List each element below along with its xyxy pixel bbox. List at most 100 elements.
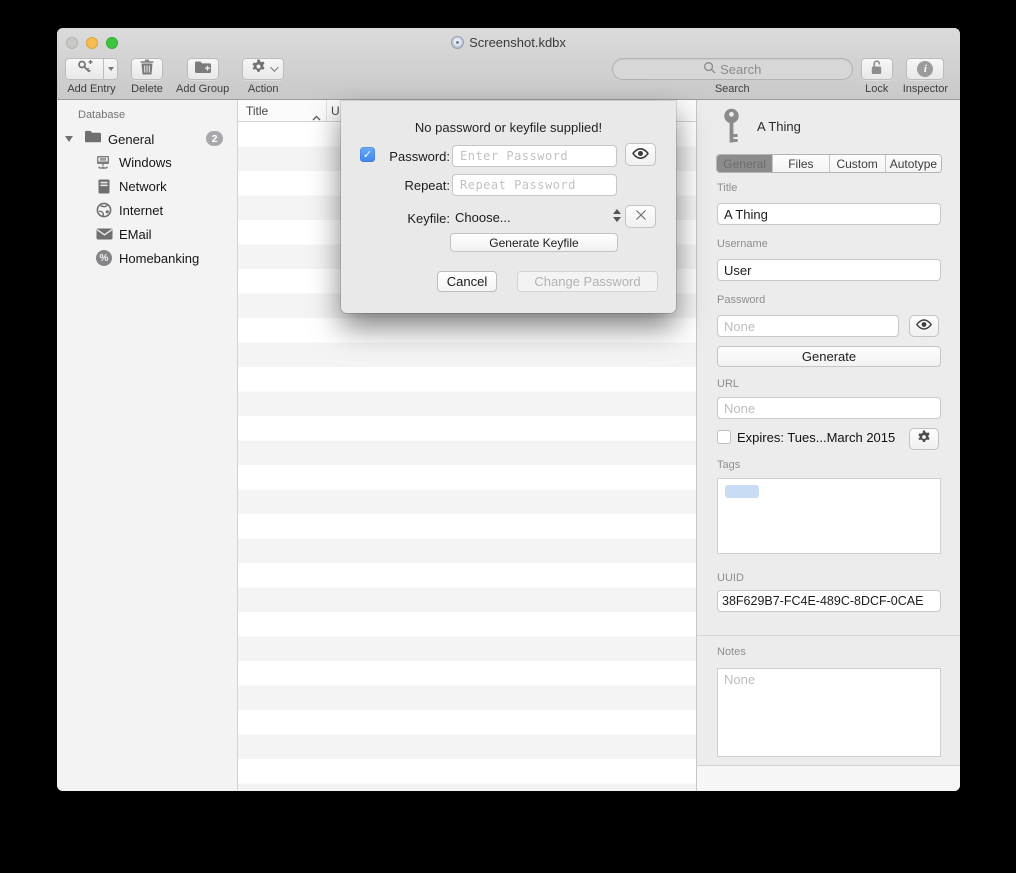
- column-divider[interactable]: [326, 100, 327, 121]
- delete-label: Delete: [131, 83, 163, 95]
- app-window: Screenshot.kdbx Add Entry: [57, 28, 960, 791]
- inspector-panel: A Thing General Files Custom Autotype Ti…: [696, 100, 960, 791]
- sidebar-item-label: Windows: [119, 155, 172, 170]
- add-group-group: Add Group: [176, 58, 229, 95]
- uuid-field[interactable]: [717, 590, 941, 612]
- change-password-button[interactable]: Change Password: [517, 271, 658, 292]
- gear-icon: [251, 59, 266, 79]
- tab-custom[interactable]: Custom: [829, 155, 885, 172]
- expires-label: Expires: Tues...March 2015: [737, 430, 895, 445]
- add-entry-dropdown[interactable]: [103, 58, 118, 80]
- sidebar-item-homebanking[interactable]: % Homebanking: [57, 246, 237, 270]
- url-field[interactable]: [717, 397, 941, 419]
- zoom-button[interactable]: [106, 37, 118, 49]
- notes-label: Notes: [717, 646, 746, 658]
- sidebar: Database General 2 Windows Network: [57, 100, 237, 791]
- cancel-button[interactable]: Cancel: [437, 271, 497, 292]
- generate-keyfile-button[interactable]: Generate Keyfile: [450, 233, 618, 252]
- disclosure-triangle-icon[interactable]: [65, 136, 73, 142]
- server-icon: [95, 179, 113, 194]
- info-icon: i: [917, 61, 933, 77]
- add-group-button[interactable]: [187, 58, 219, 80]
- sidebar-header: Database: [78, 109, 125, 121]
- inspector-tabs: General Files Custom Autotype: [716, 154, 942, 173]
- delete-button[interactable]: [131, 58, 163, 80]
- add-group-label: Add Group: [176, 83, 229, 95]
- search-input[interactable]: Search: [612, 58, 853, 80]
- close-button[interactable]: [66, 37, 78, 49]
- gear-icon: [917, 430, 931, 449]
- toolbar: Add Entry Delete Add Group: [57, 57, 960, 100]
- envelope-icon: [95, 228, 113, 240]
- sidebar-item-network[interactable]: Network: [57, 174, 237, 198]
- sidebar-item-windows[interactable]: Windows: [57, 150, 237, 174]
- sidebar-item-label: Homebanking: [119, 251, 199, 266]
- tag-chip[interactable]: [725, 485, 759, 498]
- password-field[interactable]: [717, 315, 899, 337]
- password-dialog: No password or keyfile supplied! ✓ Passw…: [341, 101, 676, 313]
- globe-icon: [95, 202, 113, 218]
- entry-count-badge: 2: [206, 131, 223, 146]
- generate-button[interactable]: Generate: [717, 346, 941, 367]
- key-plus-icon: [77, 59, 93, 80]
- lock-label: Lock: [865, 83, 888, 95]
- repeat-input[interactable]: [452, 174, 617, 196]
- tags-label: Tags: [717, 459, 740, 471]
- password-label: Password: [717, 294, 765, 306]
- tab-general[interactable]: General: [717, 155, 772, 172]
- folder-plus-icon: [194, 60, 212, 79]
- keyfile-popup[interactable]: Choose...: [455, 210, 511, 225]
- url-label: URL: [717, 378, 739, 390]
- clear-keyfile-button[interactable]: [625, 205, 656, 228]
- sidebar-item-general[interactable]: General 2: [57, 128, 237, 150]
- expires-settings-button[interactable]: [909, 428, 939, 450]
- title-label: Title: [717, 182, 737, 194]
- windows-network-icon: [95, 155, 113, 170]
- inspector-footer: [697, 765, 960, 791]
- expires-checkbox[interactable]: [717, 430, 731, 444]
- action-button[interactable]: [242, 58, 284, 80]
- show-password-button[interactable]: [909, 315, 939, 337]
- titlebar: Screenshot.kdbx: [57, 28, 960, 57]
- eye-icon: [915, 317, 933, 335]
- column-header-username[interactable]: U: [331, 104, 340, 118]
- chevron-down-icon: [108, 67, 114, 71]
- tab-autotype[interactable]: Autotype: [885, 155, 941, 172]
- unlock-icon: [869, 59, 884, 80]
- notes-field[interactable]: [717, 668, 941, 757]
- title-field[interactable]: [717, 203, 941, 225]
- minimize-button[interactable]: [86, 37, 98, 49]
- chevron-down-icon: [270, 63, 278, 71]
- document-icon: [451, 36, 464, 49]
- traffic-lights: [66, 37, 118, 49]
- search-group: Search Search: [612, 58, 853, 95]
- sidebar-item-label: Network: [119, 179, 167, 194]
- dialog-message: No password or keyfile supplied!: [341, 120, 676, 135]
- divider: [697, 635, 960, 636]
- tab-files[interactable]: Files: [772, 155, 828, 172]
- popup-stepper-icon[interactable]: [613, 209, 621, 222]
- column-header-title[interactable]: Title: [246, 104, 268, 118]
- percent-icon: %: [95, 250, 113, 266]
- search-label: Search: [715, 83, 750, 95]
- show-password-button[interactable]: [625, 143, 656, 166]
- sidebar-item-email[interactable]: EMail: [57, 222, 237, 246]
- username-field[interactable]: [717, 259, 941, 281]
- inspector-button[interactable]: i: [906, 58, 944, 80]
- lock-button[interactable]: [861, 58, 893, 80]
- tags-box[interactable]: [717, 478, 941, 554]
- username-label: Username: [717, 238, 768, 250]
- add-entry-button[interactable]: [65, 58, 103, 80]
- eye-icon: [631, 146, 650, 164]
- action-group: Action: [242, 58, 284, 95]
- close-x-icon: [635, 208, 647, 226]
- password-label: Password:: [341, 149, 450, 164]
- repeat-label: Repeat:: [341, 178, 450, 193]
- sidebar-item-internet[interactable]: Internet: [57, 198, 237, 222]
- inspector-label: Inspector: [903, 83, 948, 95]
- key-icon: [721, 108, 742, 151]
- delete-group: Delete: [131, 58, 163, 95]
- trash-icon: [140, 59, 154, 80]
- inspector-group: i Inspector: [903, 58, 948, 95]
- password-input[interactable]: [452, 145, 617, 167]
